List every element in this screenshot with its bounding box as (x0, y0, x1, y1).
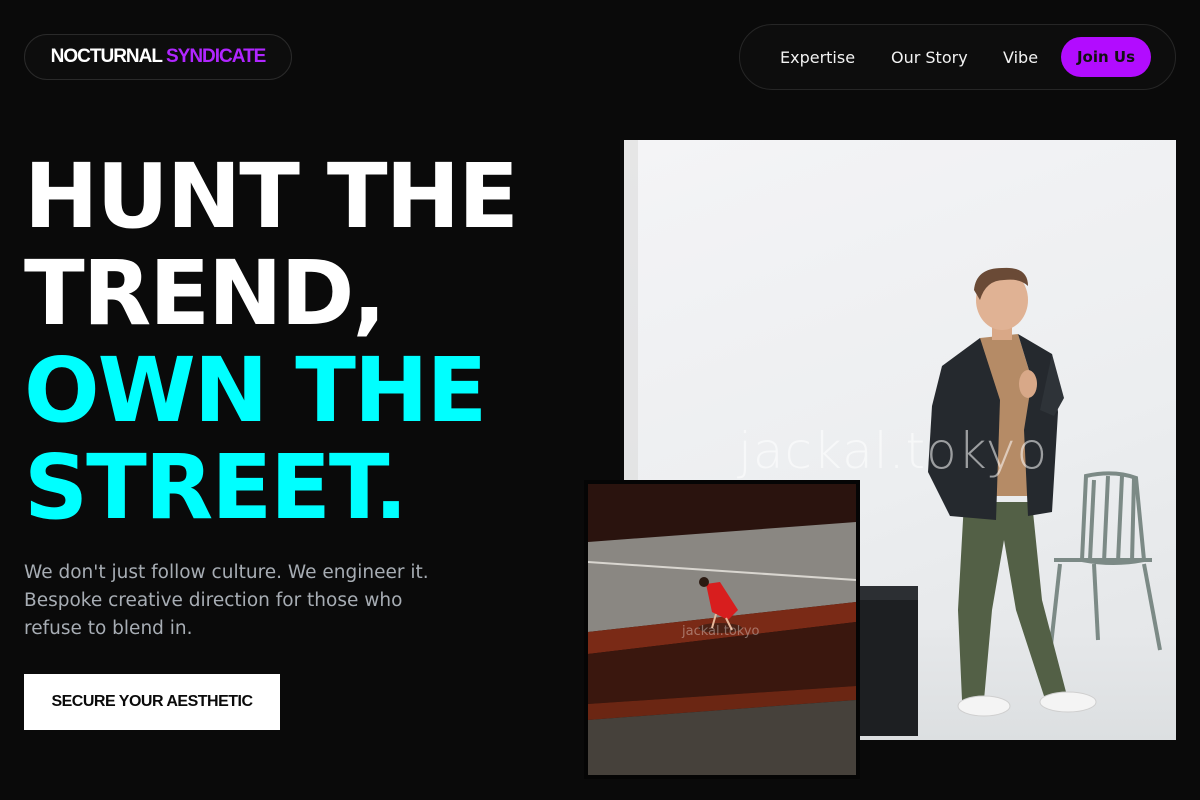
main-navigation: Expertise Our Story Vibe Join Us (739, 24, 1176, 90)
photo-watermark: jackal.tokyo (738, 422, 1049, 480)
brand-word-accent: SYNDICATE (165, 46, 266, 67)
nav-link-expertise[interactable]: Expertise (780, 25, 855, 89)
overlay-photo-watermark: jackal.tokyo (682, 624, 760, 639)
join-us-button[interactable]: Join Us (1061, 37, 1151, 77)
overlay-photo-red-dress: jackal.tokyo (584, 480, 860, 779)
headline-line-3: OWN THE (24, 338, 487, 442)
nav-link-our-story[interactable]: Our Story (891, 25, 968, 89)
headline-line-4: STREET. (24, 435, 408, 539)
headline-line-1: HUNT THE (24, 144, 519, 248)
brand-logo[interactable]: NOCTURNAL SYNDICATE (24, 34, 292, 80)
nav-link-vibe[interactable]: Vibe (1003, 25, 1038, 89)
secure-aesthetic-button[interactable]: SECURE YOUR AESTHETIC (24, 674, 280, 730)
hero-subtitle: We don't just follow culture. We enginee… (24, 562, 429, 639)
headline-line-2: TREND, (24, 241, 386, 345)
hero-headline: HUNT THE TREND, OWN THE STREET. (24, 144, 519, 539)
brand-word-primary: NOCTURNAL (50, 46, 163, 67)
